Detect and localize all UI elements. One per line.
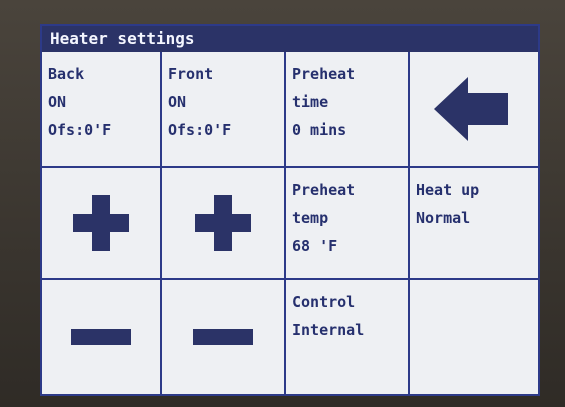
minus-icon <box>162 280 284 394</box>
back-zone-status: Back ON Ofs:0'F <box>42 52 162 168</box>
preheat-time-button[interactable]: Preheat time 0 mins <box>286 52 410 168</box>
front-zone-label: Front <box>168 65 214 83</box>
settings-grid: Back ON Ofs:0'F Front ON Ofs:0'F Preheat… <box>42 52 538 394</box>
preheat-temp-value: 68 'F <box>292 237 338 255</box>
preheat-time-label-2: time <box>292 93 329 111</box>
front-zone-increase-button[interactable] <box>162 168 286 280</box>
front-zone-offset: Ofs:0'F <box>168 121 232 139</box>
screen-title: Heater settings <box>42 26 538 52</box>
control-button[interactable]: Control Internal <box>286 280 410 394</box>
preheat-time-label-1: Preheat <box>292 65 356 83</box>
back-button[interactable] <box>410 52 538 168</box>
plus-icon <box>42 168 160 278</box>
back-zone-offset: Ofs:0'F <box>48 121 112 139</box>
preheat-temp-button[interactable]: Preheat temp 68 'F <box>286 168 410 280</box>
control-label: Control <box>292 293 356 311</box>
arrow-left-icon <box>410 52 538 166</box>
device-bezel: Heater settings Back ON Ofs:0'F Front ON… <box>0 0 565 407</box>
preheat-temp-label-1: Preheat <box>292 181 356 199</box>
back-zone-decrease-button[interactable] <box>42 280 162 394</box>
control-value: Internal <box>292 321 365 339</box>
touch-screen: Heater settings Back ON Ofs:0'F Front ON… <box>40 24 540 396</box>
preheat-time-value: 0 mins <box>292 121 347 139</box>
heat-up-button[interactable]: Heat up Normal <box>410 168 538 280</box>
heat-up-label: Heat up <box>416 181 480 199</box>
empty-cell <box>410 280 538 394</box>
back-zone-state: ON <box>48 93 67 111</box>
back-zone-label: Back <box>48 65 85 83</box>
front-zone-status: Front ON Ofs:0'F <box>162 52 286 168</box>
front-zone-decrease-button[interactable] <box>162 280 286 394</box>
preheat-temp-label-2: temp <box>292 209 329 227</box>
front-zone-state: ON <box>168 93 187 111</box>
back-zone-increase-button[interactable] <box>42 168 162 280</box>
heat-up-value: Normal <box>416 209 471 227</box>
plus-icon <box>162 168 284 278</box>
minus-icon <box>42 280 160 394</box>
